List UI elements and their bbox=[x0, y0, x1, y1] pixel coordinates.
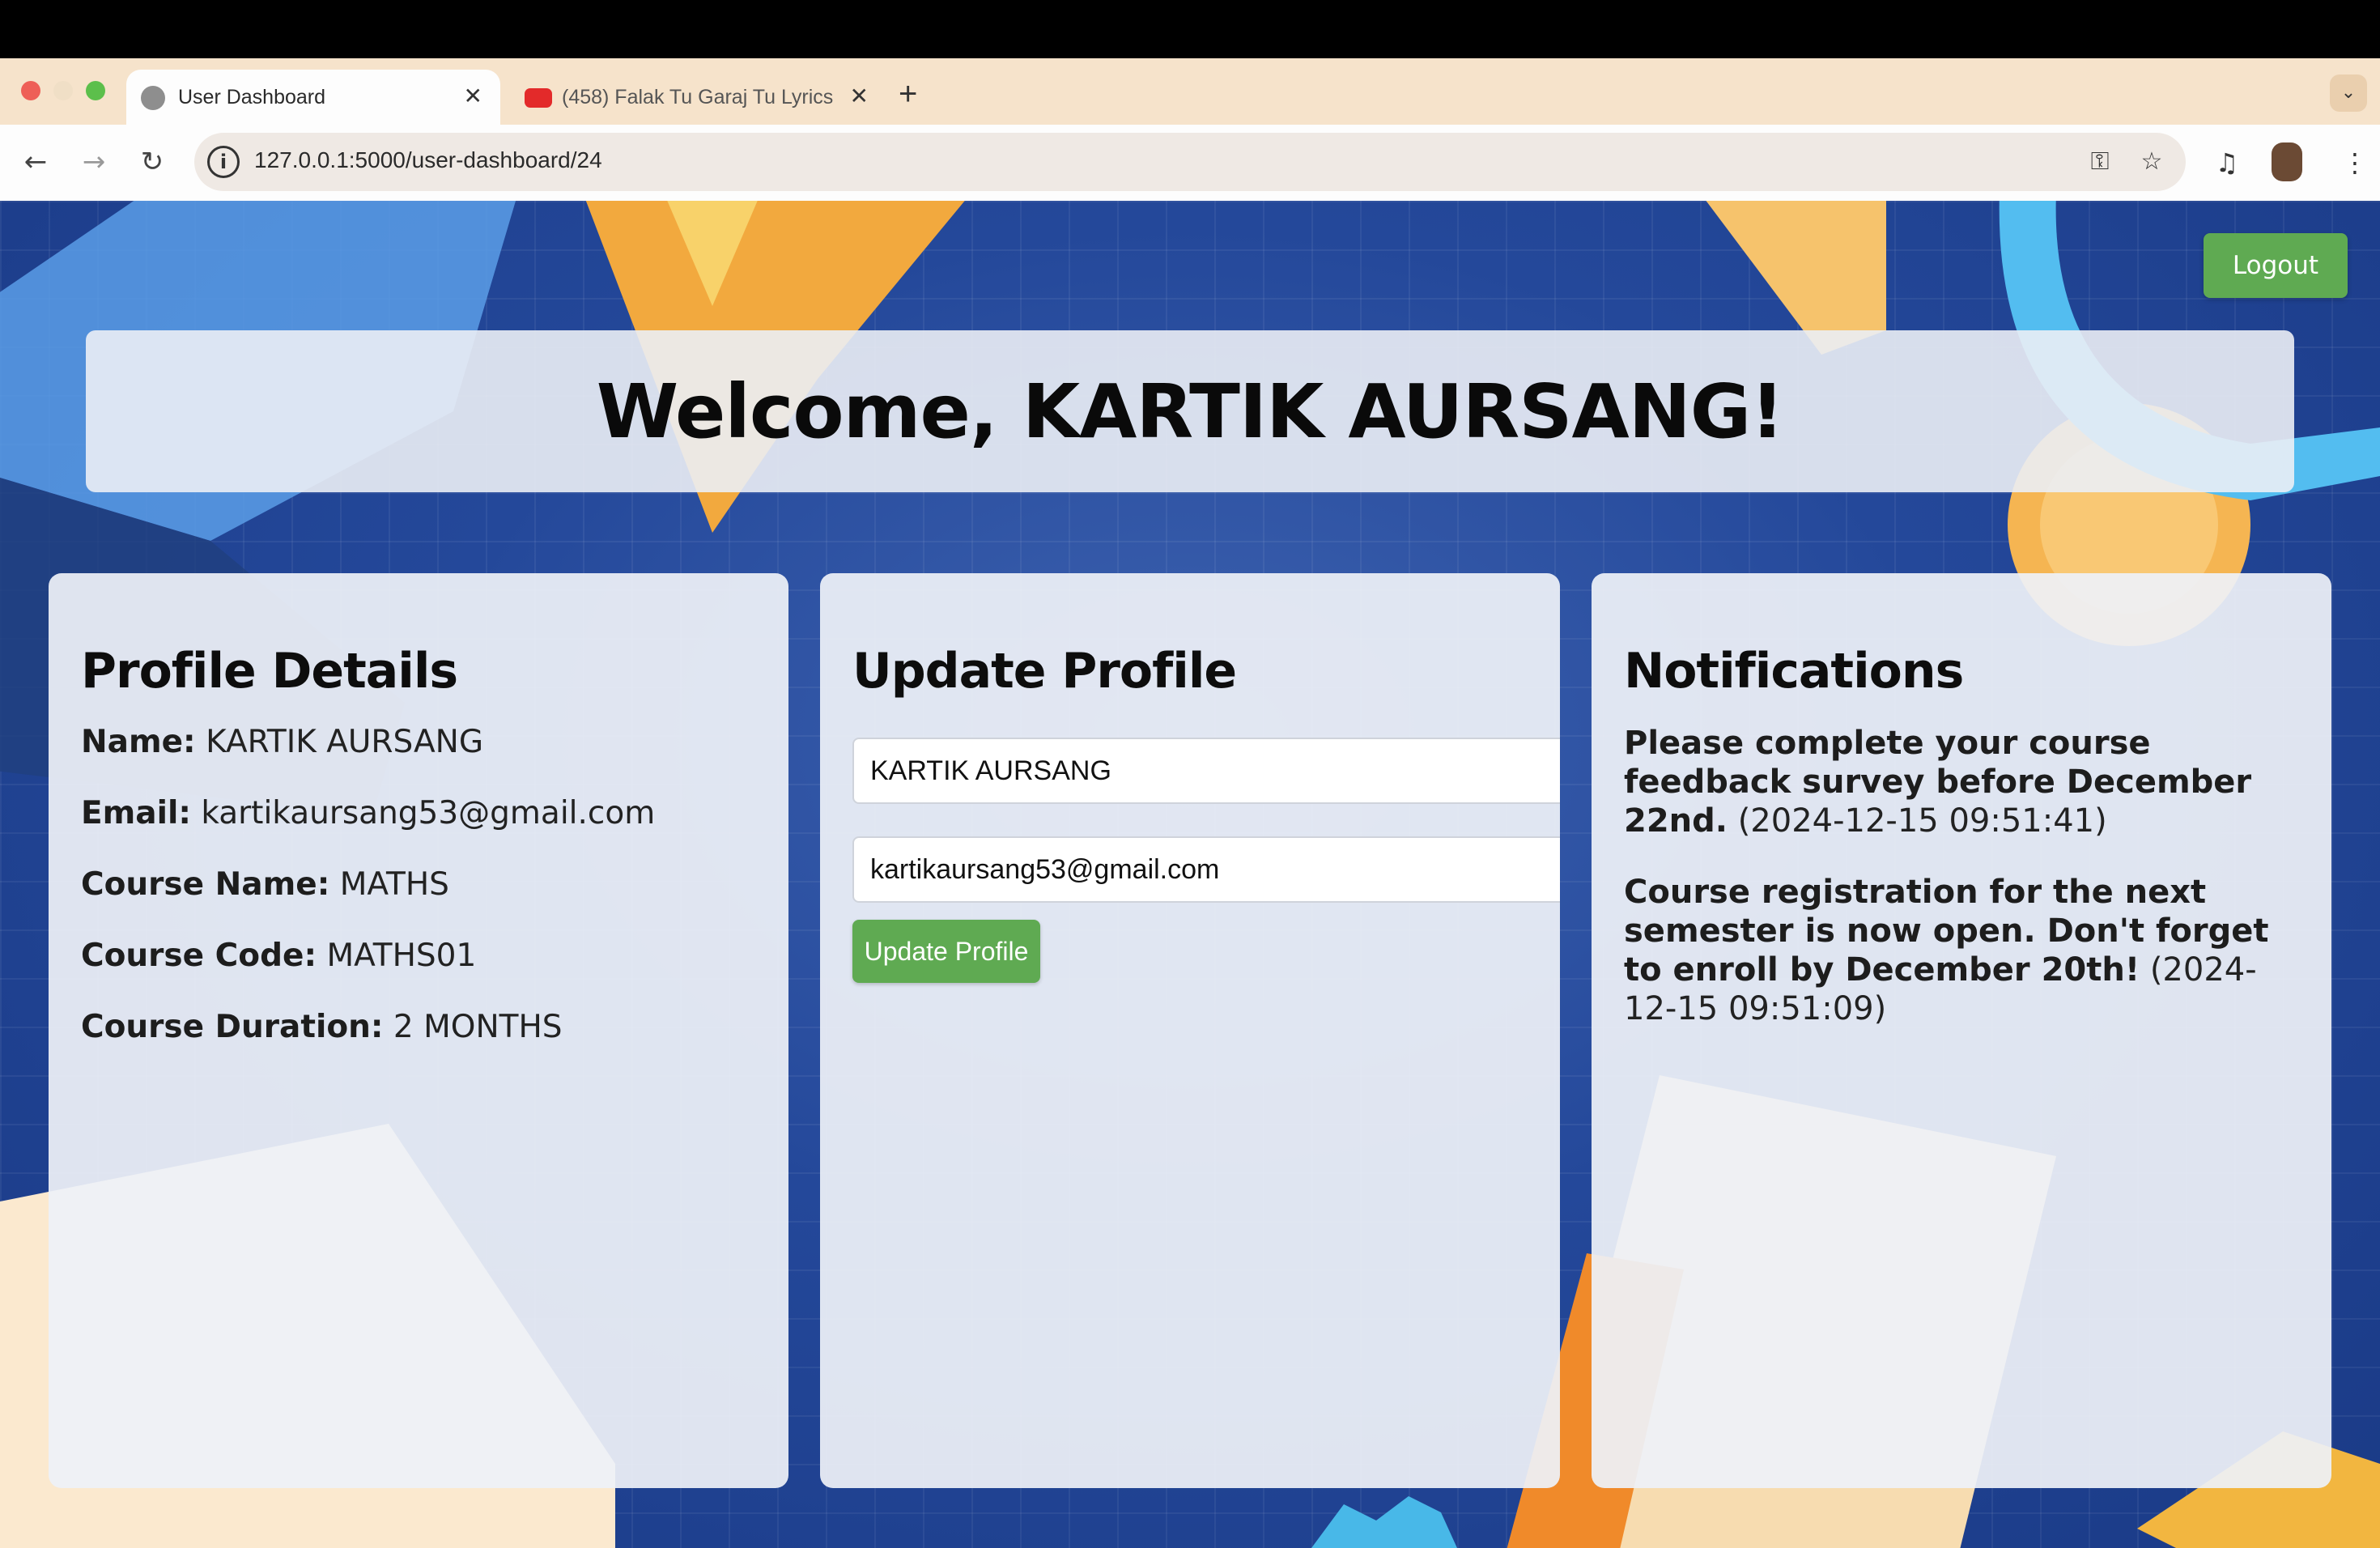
profile-details-card: Profile Details Name: KARTIK AURSANG Ema… bbox=[49, 573, 788, 1488]
email-input[interactable] bbox=[852, 836, 1560, 903]
globe-icon bbox=[141, 86, 165, 110]
window-close-button[interactable] bbox=[21, 81, 40, 100]
profile-course-name-row: Course Name: MATHS bbox=[81, 866, 756, 904]
close-icon[interactable]: ✕ bbox=[850, 83, 869, 109]
avatar[interactable] bbox=[2272, 142, 2302, 181]
field-value: MATHS01 bbox=[326, 938, 477, 974]
tab-title: User Dashboard bbox=[178, 85, 326, 108]
logout-button[interactable]: Logout bbox=[2204, 233, 2348, 298]
field-value: 2 MONTHS bbox=[393, 1009, 563, 1045]
update-profile-heading: Update Profile bbox=[852, 643, 1237, 700]
name-input[interactable] bbox=[852, 738, 1560, 804]
browser-toolbar: ← → ↻ i 127.0.0.1:5000/user-dashboard/24… bbox=[0, 125, 2380, 201]
tab-user-dashboard[interactable]: User Dashboard ✕ bbox=[126, 70, 500, 125]
browser-chrome: User Dashboard ✕ (458) Falak Tu Garaj Tu… bbox=[0, 58, 2380, 201]
window-zoom-button[interactable] bbox=[86, 81, 105, 100]
field-label: Email: bbox=[81, 795, 191, 831]
menu-bar bbox=[0, 0, 2380, 58]
window-minimize-button[interactable] bbox=[53, 81, 73, 100]
field-label: Course Code: bbox=[81, 938, 317, 974]
notification-item: Please complete your course feedback sur… bbox=[1624, 724, 2299, 840]
youtube-icon bbox=[525, 88, 552, 108]
tab-youtube[interactable]: (458) Falak Tu Garaj Tu Lyrics ✕ bbox=[510, 70, 886, 125]
notification-item: Course registration for the next semeste… bbox=[1624, 873, 2299, 1028]
back-icon[interactable]: ← bbox=[15, 141, 57, 183]
new-tab-icon[interactable]: + bbox=[899, 76, 917, 113]
notifications-heading: Notifications bbox=[1624, 643, 1964, 700]
key-icon[interactable]: ⚿ bbox=[2082, 144, 2118, 180]
reload-icon[interactable]: ↻ bbox=[131, 141, 173, 183]
site-info-icon[interactable]: i bbox=[207, 146, 240, 178]
update-profile-card: Update Profile Update Profile bbox=[820, 573, 1560, 1488]
page-title: Welcome, KARTIK AURSANG! bbox=[596, 368, 1784, 455]
close-icon[interactable]: ✕ bbox=[464, 83, 482, 109]
profile-course-code-row: Course Code: MATHS01 bbox=[81, 938, 756, 975]
field-label: Course Duration: bbox=[81, 1009, 384, 1045]
notification-timestamp: (2024-12-15 09:51:41) bbox=[1737, 802, 2107, 840]
profile-email-row: Email: kartikaursang53@gmail.com bbox=[81, 795, 756, 832]
media-control-icon[interactable]: ♫ bbox=[2207, 142, 2247, 183]
star-icon[interactable]: ☆ bbox=[2134, 144, 2170, 180]
field-value: KARTIK AURSANG bbox=[206, 724, 484, 760]
field-label: Name: bbox=[81, 724, 196, 760]
tab-strip: User Dashboard ✕ (458) Falak Tu Garaj Tu… bbox=[0, 58, 2380, 125]
address-bar[interactable]: i 127.0.0.1:5000/user-dashboard/24 ⚿ ☆ bbox=[194, 133, 2186, 191]
profile-name-row: Name: KARTIK AURSANG bbox=[81, 724, 756, 761]
profile-details-heading: Profile Details bbox=[81, 643, 458, 700]
tab-title: (458) Falak Tu Garaj Tu Lyrics bbox=[562, 85, 834, 108]
url-text[interactable]: 127.0.0.1:5000/user-dashboard/24 bbox=[254, 147, 602, 173]
field-label: Course Name: bbox=[81, 866, 330, 903]
notifications-card: Notifications Please complete your cours… bbox=[1592, 573, 2331, 1488]
welcome-banner: Welcome, KARTIK AURSANG! bbox=[86, 330, 2294, 492]
page-viewport: Logout Welcome, KARTIK AURSANG! Profile … bbox=[0, 201, 2380, 1548]
field-value: kartikaursang53@gmail.com bbox=[201, 795, 656, 831]
forward-icon[interactable]: → bbox=[73, 141, 115, 183]
more-options-icon[interactable]: ⋮ bbox=[2335, 142, 2375, 183]
update-profile-button[interactable]: Update Profile bbox=[852, 920, 1040, 983]
field-value: MATHS bbox=[339, 866, 449, 903]
profile-course-duration-row: Course Duration: 2 MONTHS bbox=[81, 1009, 756, 1046]
chevron-down-icon[interactable]: ⌄ bbox=[2330, 74, 2367, 112]
